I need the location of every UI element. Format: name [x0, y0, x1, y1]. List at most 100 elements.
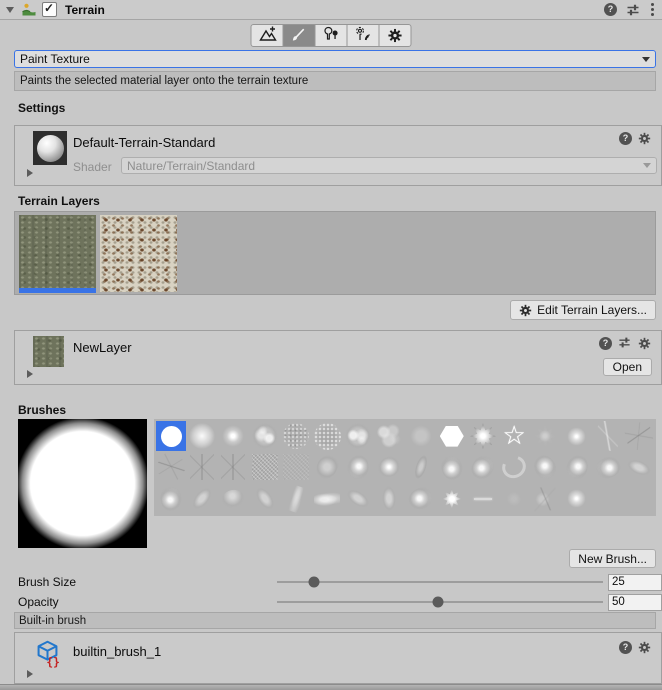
- paint-brush-icon: [291, 26, 308, 46]
- brush-thumbnail-37[interactable]: [312, 484, 342, 514]
- brush-thumbnail-18[interactable]: [218, 452, 248, 482]
- brush-thumbnail-22[interactable]: [343, 452, 373, 482]
- opacity-slider[interactable]: [277, 593, 603, 610]
- brush-thumbnail-5[interactable]: [312, 421, 342, 451]
- brush-thumbnail-34[interactable]: [218, 484, 248, 514]
- brush-shape-mushroom: [221, 488, 246, 509]
- gear-icon[interactable]: [638, 337, 651, 350]
- help-icon[interactable]: [604, 3, 617, 16]
- brush-shape-glow: [188, 422, 216, 450]
- help-icon[interactable]: [619, 132, 632, 145]
- brush-shape-smudge: [190, 485, 215, 512]
- brush-thumbnail-3[interactable]: [250, 421, 280, 451]
- create-neighbor-terrains-button[interactable]: [251, 24, 284, 47]
- material-preview-icon[interactable]: [33, 131, 67, 165]
- brush-shape-leaf: [313, 452, 341, 482]
- brush-thumbnail-35[interactable]: [250, 484, 280, 514]
- paint-details-button[interactable]: [347, 24, 380, 47]
- brush-size-field[interactable]: 25: [608, 574, 662, 591]
- gear-icon[interactable]: [638, 132, 651, 145]
- component-foldout-icon[interactable]: [6, 7, 14, 13]
- brush-thumbnail-27[interactable]: [499, 452, 529, 482]
- brush-thumbnail-38[interactable]: [343, 484, 373, 514]
- brush-thumbnail-7[interactable]: [374, 421, 404, 451]
- brush-thumbnail-44[interactable]: [530, 484, 560, 514]
- terrain-component-icon: [21, 2, 37, 18]
- brush-thumbnail-36[interactable]: [281, 484, 311, 514]
- brush-thumbnail-2[interactable]: [218, 421, 248, 451]
- brush-thumbnail-20[interactable]: [281, 452, 311, 482]
- brush-thumbnail-13[interactable]: [561, 421, 591, 451]
- material-foldout-icon[interactable]: [27, 169, 33, 177]
- brush-shape-smudge: [252, 485, 276, 512]
- help-icon[interactable]: [599, 337, 612, 350]
- brush-shape-scratch: [593, 421, 623, 451]
- terrain-layers-section-label: Terrain Layers: [18, 194, 100, 208]
- opacity-field[interactable]: 50: [608, 594, 662, 611]
- brush-thumbnail-29[interactable]: [561, 452, 591, 482]
- brush-shape-branch: [156, 452, 186, 482]
- brush-thumbnail-15[interactable]: [624, 421, 654, 451]
- brush-thumbnail-19[interactable]: [250, 452, 280, 482]
- brush-thumbnail-40[interactable]: [406, 484, 436, 514]
- more-menu-icon[interactable]: [649, 2, 656, 17]
- brush-thumbnail-14[interactable]: [593, 421, 623, 451]
- brush-shape-splat: [347, 455, 370, 480]
- brush-thumbnail-39[interactable]: [374, 484, 404, 514]
- component-enabled-checkbox[interactable]: [42, 2, 57, 17]
- brush-thumbnail-16[interactable]: [156, 452, 186, 482]
- brush-thumbnail-41[interactable]: [437, 484, 467, 514]
- terrain-settings-button[interactable]: [379, 24, 412, 47]
- presets-icon[interactable]: [618, 336, 632, 350]
- brush-thumbnail-43[interactable]: [499, 484, 529, 514]
- brush-thumbnail-11[interactable]: ☆: [499, 421, 529, 451]
- scriptable-object-icon: {}: [34, 639, 61, 666]
- brush-thumbnail-4[interactable]: [281, 421, 311, 451]
- brush-thumbnail-23[interactable]: [374, 452, 404, 482]
- new-brush-button[interactable]: New Brush...: [569, 549, 656, 568]
- edit-terrain-layers-button[interactable]: Edit Terrain Layers...: [510, 300, 656, 320]
- brush-thumbnail-45[interactable]: [561, 484, 591, 514]
- brush-thumbnail-21[interactable]: [312, 452, 342, 482]
- brush-shape-faint-noise: [283, 454, 309, 480]
- terrain-layer-rock-thumbnail[interactable]: [100, 215, 177, 292]
- gear-icon[interactable]: [638, 641, 651, 654]
- presets-icon[interactable]: [626, 3, 640, 17]
- paint-trees-button[interactable]: [315, 24, 348, 47]
- opacity-label: Opacity: [18, 595, 59, 609]
- open-layer-button[interactable]: Open: [603, 358, 652, 376]
- paint-terrain-button[interactable]: [283, 24, 316, 47]
- brush-thumbnail-25[interactable]: [437, 452, 467, 482]
- brush-thumbnail-24[interactable]: [406, 452, 436, 482]
- brush-thumbnail-32[interactable]: [156, 484, 186, 514]
- brush-size-slider[interactable]: [277, 573, 603, 590]
- brush-thumbnail-31[interactable]: [624, 452, 654, 482]
- brush-thumbnail-9[interactable]: [437, 421, 467, 451]
- brush-thumbnail-8[interactable]: [406, 421, 436, 451]
- brush-thumbnail-42[interactable]: [468, 484, 498, 514]
- brush-thumbnail-12[interactable]: [530, 421, 560, 451]
- help-icon[interactable]: [619, 641, 632, 654]
- terrain-layer-grass-thumbnail[interactable]: [19, 215, 96, 292]
- paint-tool-dropdown[interactable]: Paint Texture: [14, 50, 656, 68]
- brush-thumbnail-26[interactable]: [468, 452, 498, 482]
- inspector-resize-strip[interactable]: [0, 684, 662, 690]
- brush-thumbnail-10[interactable]: [468, 421, 498, 451]
- brush-thumbnail-17[interactable]: [187, 452, 217, 482]
- brush-thumbnail-28[interactable]: [530, 452, 560, 482]
- brush-thumbnail-30[interactable]: [593, 452, 623, 482]
- layer-foldout-icon[interactable]: [27, 370, 33, 378]
- brush-thumbnail-33[interactable]: [187, 484, 217, 514]
- brush-thumbnail-0[interactable]: [156, 421, 186, 451]
- shader-value: Nature/Terrain/Standard: [127, 159, 255, 173]
- brush-thumbnail-1[interactable]: [187, 421, 217, 451]
- brush-shape-mottled: [343, 421, 373, 451]
- brush-shape-smudge: [625, 457, 652, 478]
- slider-thumb[interactable]: [309, 576, 320, 587]
- brush-size-label: Brush Size: [18, 575, 76, 589]
- shader-dropdown[interactable]: Nature/Terrain/Standard: [121, 157, 657, 174]
- builtin-brush-foldout-icon[interactable]: [27, 670, 33, 678]
- slider-thumb[interactable]: [433, 596, 444, 607]
- layer-thumbnail[interactable]: [33, 336, 64, 367]
- brush-thumbnail-6[interactable]: [343, 421, 373, 451]
